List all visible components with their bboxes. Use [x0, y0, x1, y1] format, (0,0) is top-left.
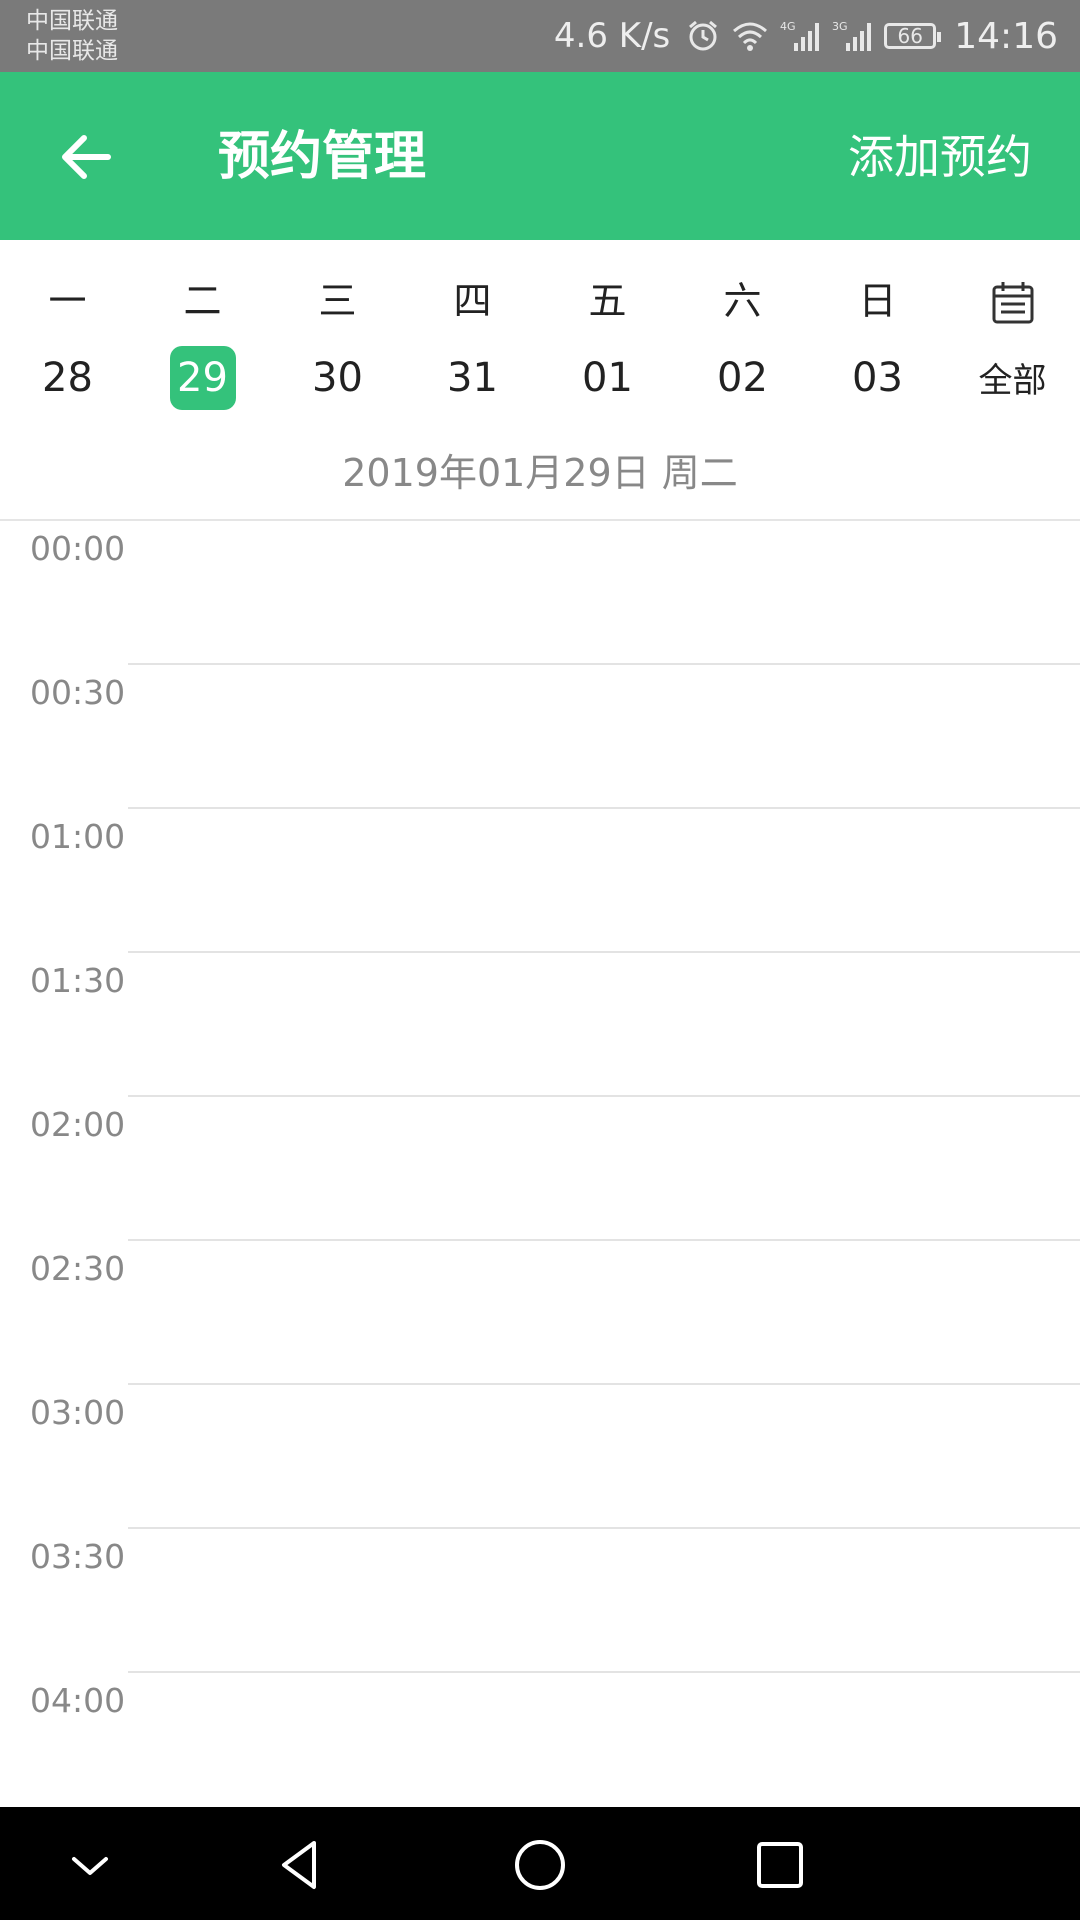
back-button[interactable]: [52, 122, 122, 192]
svg-text:4G: 4G: [780, 20, 796, 33]
day-cell-sun[interactable]: 日 03: [810, 240, 945, 420]
selected-date-label: 2019年01月29日 周二: [342, 451, 738, 495]
back-arrow-icon: [62, 135, 111, 179]
alarm-icon: [686, 19, 720, 53]
clock: 14:16: [954, 15, 1058, 57]
recents-square-icon: [757, 1842, 803, 1888]
signal-3g-icon: 3G: [832, 19, 874, 53]
home-circle-icon: [515, 1840, 565, 1890]
day-number: 01: [582, 355, 633, 401]
day-number: 03: [852, 355, 903, 401]
weekday-label: 六: [723, 279, 762, 323]
collapse-button[interactable]: [60, 1835, 120, 1895]
weekday-label: 一: [48, 279, 87, 323]
time-slot[interactable]: 01:00: [0, 809, 1080, 953]
carrier-1: 中国联通: [26, 8, 118, 34]
app-header: 预约管理 添加预约: [0, 72, 1080, 240]
carrier-2: 中国联通: [26, 38, 118, 64]
time-slot[interactable]: 03:30: [0, 1529, 1080, 1673]
status-bar: 中国联通 中国联通 4.6 K/s 4G 3G 66 14:16: [0, 0, 1080, 72]
day-cell-thu[interactable]: 四 31: [405, 240, 540, 420]
week-selector: 一 28 二 29 三 30 四 31 五 01 六 02 日 03 全部: [0, 240, 1080, 420]
all-label: 全部: [978, 361, 1047, 401]
nav-home-button[interactable]: [510, 1835, 570, 1895]
system-nav-bar: [0, 1807, 1080, 1920]
collapse-icon: [72, 1857, 108, 1875]
time-slot[interactable]: 03:00: [0, 1385, 1080, 1529]
weekday-label: 三: [318, 279, 357, 323]
time-label: 00:30: [30, 673, 126, 712]
back-triangle-icon: [282, 1841, 316, 1889]
day-number: 31: [447, 355, 498, 401]
all-dates-button[interactable]: 全部: [945, 240, 1080, 420]
time-label: 02:00: [30, 1105, 126, 1144]
calendar-icon: [992, 282, 1033, 324]
nav-back-button[interactable]: [270, 1835, 330, 1895]
day-cell-fri[interactable]: 五 01: [540, 240, 675, 420]
time-label: 00:00: [30, 529, 126, 568]
battery-icon: 66: [884, 23, 942, 49]
day-cell-wed[interactable]: 三 30: [270, 240, 405, 420]
network-speed: 4.6 K/s: [553, 16, 671, 56]
day-cell-sat[interactable]: 六 02: [675, 240, 810, 420]
time-label: 03:30: [30, 1537, 126, 1576]
nav-recents-button[interactable]: [750, 1835, 810, 1895]
day-number: 28: [42, 355, 93, 401]
signal-4g-icon: 4G: [780, 19, 822, 53]
day-cell-tue[interactable]: 二 29: [135, 240, 270, 420]
time-slot[interactable]: 02:00: [0, 1097, 1080, 1241]
day-cell-mon[interactable]: 一 28: [0, 240, 135, 420]
time-label: 01:30: [30, 961, 126, 1000]
time-slot[interactable]: 00:00: [0, 521, 1080, 665]
day-number: 30: [312, 355, 363, 401]
add-appointment-button[interactable]: 添加预约: [848, 124, 1032, 190]
time-slot[interactable]: 04:00: [0, 1673, 1080, 1807]
weekday-label: 五: [588, 279, 627, 323]
weekday-label: 日: [858, 279, 897, 323]
carrier-labels: 中国联通 中国联通: [26, 6, 118, 66]
time-slot[interactable]: 02:30: [0, 1241, 1080, 1385]
status-indicators: 4.6 K/s 4G 3G 66 14:16: [554, 0, 1058, 72]
weekday-label: 四: [453, 279, 492, 323]
time-slot[interactable]: 01:30: [0, 953, 1080, 1097]
time-label: 02:30: [30, 1249, 126, 1288]
wifi-icon: [730, 19, 770, 53]
time-label: 03:00: [30, 1393, 126, 1432]
time-label: 04:00: [30, 1681, 126, 1720]
selected-day-number: 29: [169, 346, 236, 410]
weekday-label: 二: [183, 279, 222, 323]
page-title: 预约管理: [218, 127, 427, 187]
svg-text:3G: 3G: [832, 20, 848, 33]
day-number: 02: [717, 355, 768, 401]
timeline[interactable]: 00:00 00:30 01:00 01:30 02:00 02:30 03:0…: [0, 521, 1080, 1807]
time-label: 01:00: [30, 817, 126, 856]
time-slot[interactable]: 00:30: [0, 665, 1080, 809]
